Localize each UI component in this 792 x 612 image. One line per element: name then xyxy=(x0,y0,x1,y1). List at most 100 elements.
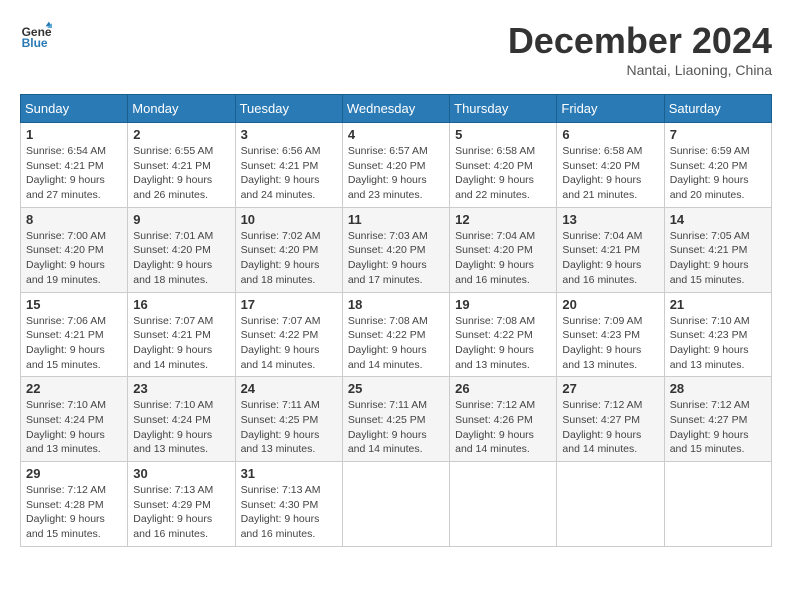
calendar-cell: 13 Sunrise: 7:04 AMSunset: 4:21 PMDayligh… xyxy=(557,207,664,292)
calendar-cell: 2 Sunrise: 6:55 AMSunset: 4:21 PMDaylight… xyxy=(128,123,235,208)
day-number: 30 xyxy=(133,466,229,481)
logo-icon: General Blue xyxy=(20,20,52,52)
calendar-week-row: 8Sunrise: 7:00 AMSunset: 4:20 PMDaylight… xyxy=(21,207,772,292)
day-info: Sunrise: 7:04 AMSunset: 4:20 PMDaylight:… xyxy=(455,229,551,288)
day-info: Sunrise: 7:12 AMSunset: 4:26 PMDaylight:… xyxy=(455,398,551,457)
day-number: 4 xyxy=(348,127,444,142)
day-number: 6 xyxy=(562,127,658,142)
weekday-header-wednesday: Wednesday xyxy=(342,95,449,123)
calendar-cell: 24Sunrise: 7:11 AMSunset: 4:25 PMDayligh… xyxy=(235,377,342,462)
day-number: 11 xyxy=(348,212,444,227)
calendar-cell: 14Sunrise: 7:05 AMSunset: 4:21 PMDayligh… xyxy=(664,207,771,292)
calendar-header-row: SundayMondayTuesdayWednesdayThursdayFrid… xyxy=(21,95,772,123)
calendar-week-row: 15Sunrise: 7:06 AMSunset: 4:21 PMDayligh… xyxy=(21,292,772,377)
calendar-cell: 20Sunrise: 7:09 AMSunset: 4:23 PMDayligh… xyxy=(557,292,664,377)
calendar-body: 1 Sunrise: 6:54 AMSunset: 4:21 PMDaylight… xyxy=(21,123,772,547)
day-info: Sunrise: 7:08 AMSunset: 4:22 PMDaylight:… xyxy=(348,314,444,373)
svg-text:Blue: Blue xyxy=(22,36,48,50)
day-number: 10 xyxy=(241,212,337,227)
calendar-cell xyxy=(557,462,664,547)
weekday-header-saturday: Saturday xyxy=(664,95,771,123)
day-number: 18 xyxy=(348,297,444,312)
calendar-cell: 7Sunrise: 6:59 AMSunset: 4:20 PMDaylight… xyxy=(664,123,771,208)
day-number: 16 xyxy=(133,297,229,312)
day-info: Sunrise: 6:56 AMSunset: 4:21 PMDaylight:… xyxy=(241,144,337,203)
calendar-cell: 11Sunrise: 7:03 AMSunset: 4:20 PMDayligh… xyxy=(342,207,449,292)
day-info: Sunrise: 7:08 AMSunset: 4:22 PMDaylight:… xyxy=(455,314,551,373)
calendar-cell: 17 Sunrise: 7:07 AMSunset: 4:22 PMDayligh… xyxy=(235,292,342,377)
calendar-cell: 15Sunrise: 7:06 AMSunset: 4:21 PMDayligh… xyxy=(21,292,128,377)
logo: General Blue xyxy=(20,20,52,52)
calendar-cell xyxy=(342,462,449,547)
page-header: General Blue December 2024 Nantai, Liaon… xyxy=(20,20,772,78)
day-info: Sunrise: 7:13 AMSunset: 4:29 PMDaylight:… xyxy=(133,483,229,542)
calendar-cell: 8Sunrise: 7:00 AMSunset: 4:20 PMDaylight… xyxy=(21,207,128,292)
day-number: 26 xyxy=(455,381,551,396)
calendar-cell: 5 Sunrise: 6:58 AMSunset: 4:20 PMDaylight… xyxy=(450,123,557,208)
weekday-header-tuesday: Tuesday xyxy=(235,95,342,123)
calendar-cell: 1 Sunrise: 6:54 AMSunset: 4:21 PMDaylight… xyxy=(21,123,128,208)
calendar-cell: 28 Sunrise: 7:12 AMSunset: 4:27 PMDayligh… xyxy=(664,377,771,462)
calendar-cell: 30 Sunrise: 7:13 AMSunset: 4:29 PMDayligh… xyxy=(128,462,235,547)
calendar-cell: 26 Sunrise: 7:12 AMSunset: 4:26 PMDayligh… xyxy=(450,377,557,462)
day-info: Sunrise: 7:07 AMSunset: 4:21 PMDaylight:… xyxy=(133,314,229,373)
day-info: Sunrise: 7:12 AMSunset: 4:27 PMDaylight:… xyxy=(670,398,766,457)
weekday-header-sunday: Sunday xyxy=(21,95,128,123)
calendar-cell: 4 Sunrise: 6:57 AMSunset: 4:20 PMDaylight… xyxy=(342,123,449,208)
day-info: Sunrise: 7:11 AMSunset: 4:25 PMDaylight:… xyxy=(241,398,337,457)
day-number: 3 xyxy=(241,127,337,142)
day-info: Sunrise: 7:11 AMSunset: 4:25 PMDaylight:… xyxy=(348,398,444,457)
weekday-header-thursday: Thursday xyxy=(450,95,557,123)
day-info: Sunrise: 7:06 AMSunset: 4:21 PMDaylight:… xyxy=(26,314,122,373)
day-number: 13 xyxy=(562,212,658,227)
calendar-cell: 9Sunrise: 7:01 AMSunset: 4:20 PMDaylight… xyxy=(128,207,235,292)
calendar-cell: 6Sunrise: 6:58 AMSunset: 4:20 PMDaylight… xyxy=(557,123,664,208)
calendar-table: SundayMondayTuesdayWednesdayThursdayFrid… xyxy=(20,94,772,547)
day-info: Sunrise: 7:04 AMSunset: 4:21 PMDaylight:… xyxy=(562,229,658,288)
day-info: Sunrise: 6:57 AMSunset: 4:20 PMDaylight:… xyxy=(348,144,444,203)
day-info: Sunrise: 7:07 AMSunset: 4:22 PMDaylight:… xyxy=(241,314,337,373)
calendar-cell: 12Sunrise: 7:04 AMSunset: 4:20 PMDayligh… xyxy=(450,207,557,292)
calendar-cell: 19 Sunrise: 7:08 AMSunset: 4:22 PMDayligh… xyxy=(450,292,557,377)
day-number: 2 xyxy=(133,127,229,142)
day-info: Sunrise: 6:54 AMSunset: 4:21 PMDaylight:… xyxy=(26,144,122,203)
day-number: 21 xyxy=(670,297,766,312)
month-title: December 2024 xyxy=(508,20,772,62)
day-info: Sunrise: 6:58 AMSunset: 4:20 PMDaylight:… xyxy=(455,144,551,203)
day-number: 31 xyxy=(241,466,337,481)
calendar-week-row: 29 Sunrise: 7:12 AMSunset: 4:28 PMDayligh… xyxy=(21,462,772,547)
day-number: 19 xyxy=(455,297,551,312)
day-number: 28 xyxy=(670,381,766,396)
day-number: 25 xyxy=(348,381,444,396)
calendar-cell: 25 Sunrise: 7:11 AMSunset: 4:25 PMDayligh… xyxy=(342,377,449,462)
weekday-header-monday: Monday xyxy=(128,95,235,123)
day-info: Sunrise: 7:12 AMSunset: 4:28 PMDaylight:… xyxy=(26,483,122,542)
calendar-cell xyxy=(664,462,771,547)
day-info: Sunrise: 7:02 AMSunset: 4:20 PMDaylight:… xyxy=(241,229,337,288)
day-number: 8 xyxy=(26,212,122,227)
day-number: 23 xyxy=(133,381,229,396)
calendar-cell: 10 Sunrise: 7:02 AMSunset: 4:20 PMDayligh… xyxy=(235,207,342,292)
calendar-cell: 21 Sunrise: 7:10 AMSunset: 4:23 PMDayligh… xyxy=(664,292,771,377)
day-info: Sunrise: 6:55 AMSunset: 4:21 PMDaylight:… xyxy=(133,144,229,203)
day-number: 5 xyxy=(455,127,551,142)
day-info: Sunrise: 7:01 AMSunset: 4:20 PMDaylight:… xyxy=(133,229,229,288)
day-info: Sunrise: 6:59 AMSunset: 4:20 PMDaylight:… xyxy=(670,144,766,203)
calendar-cell: 3 Sunrise: 6:56 AMSunset: 4:21 PMDaylight… xyxy=(235,123,342,208)
day-info: Sunrise: 7:10 AMSunset: 4:24 PMDaylight:… xyxy=(133,398,229,457)
calendar-cell: 27 Sunrise: 7:12 AMSunset: 4:27 PMDayligh… xyxy=(557,377,664,462)
calendar-week-row: 1 Sunrise: 6:54 AMSunset: 4:21 PMDaylight… xyxy=(21,123,772,208)
day-number: 17 xyxy=(241,297,337,312)
day-number: 14 xyxy=(670,212,766,227)
calendar-cell: 18 Sunrise: 7:08 AMSunset: 4:22 PMDayligh… xyxy=(342,292,449,377)
day-info: Sunrise: 7:10 AMSunset: 4:24 PMDaylight:… xyxy=(26,398,122,457)
day-number: 29 xyxy=(26,466,122,481)
day-info: Sunrise: 7:12 AMSunset: 4:27 PMDaylight:… xyxy=(562,398,658,457)
day-number: 27 xyxy=(562,381,658,396)
title-block: December 2024 Nantai, Liaoning, China xyxy=(508,20,772,78)
calendar-cell: 22 Sunrise: 7:10 AMSunset: 4:24 PMDayligh… xyxy=(21,377,128,462)
day-number: 22 xyxy=(26,381,122,396)
day-info: Sunrise: 7:10 AMSunset: 4:23 PMDaylight:… xyxy=(670,314,766,373)
day-info: Sunrise: 7:13 AMSunset: 4:30 PMDaylight:… xyxy=(241,483,337,542)
day-number: 1 xyxy=(26,127,122,142)
